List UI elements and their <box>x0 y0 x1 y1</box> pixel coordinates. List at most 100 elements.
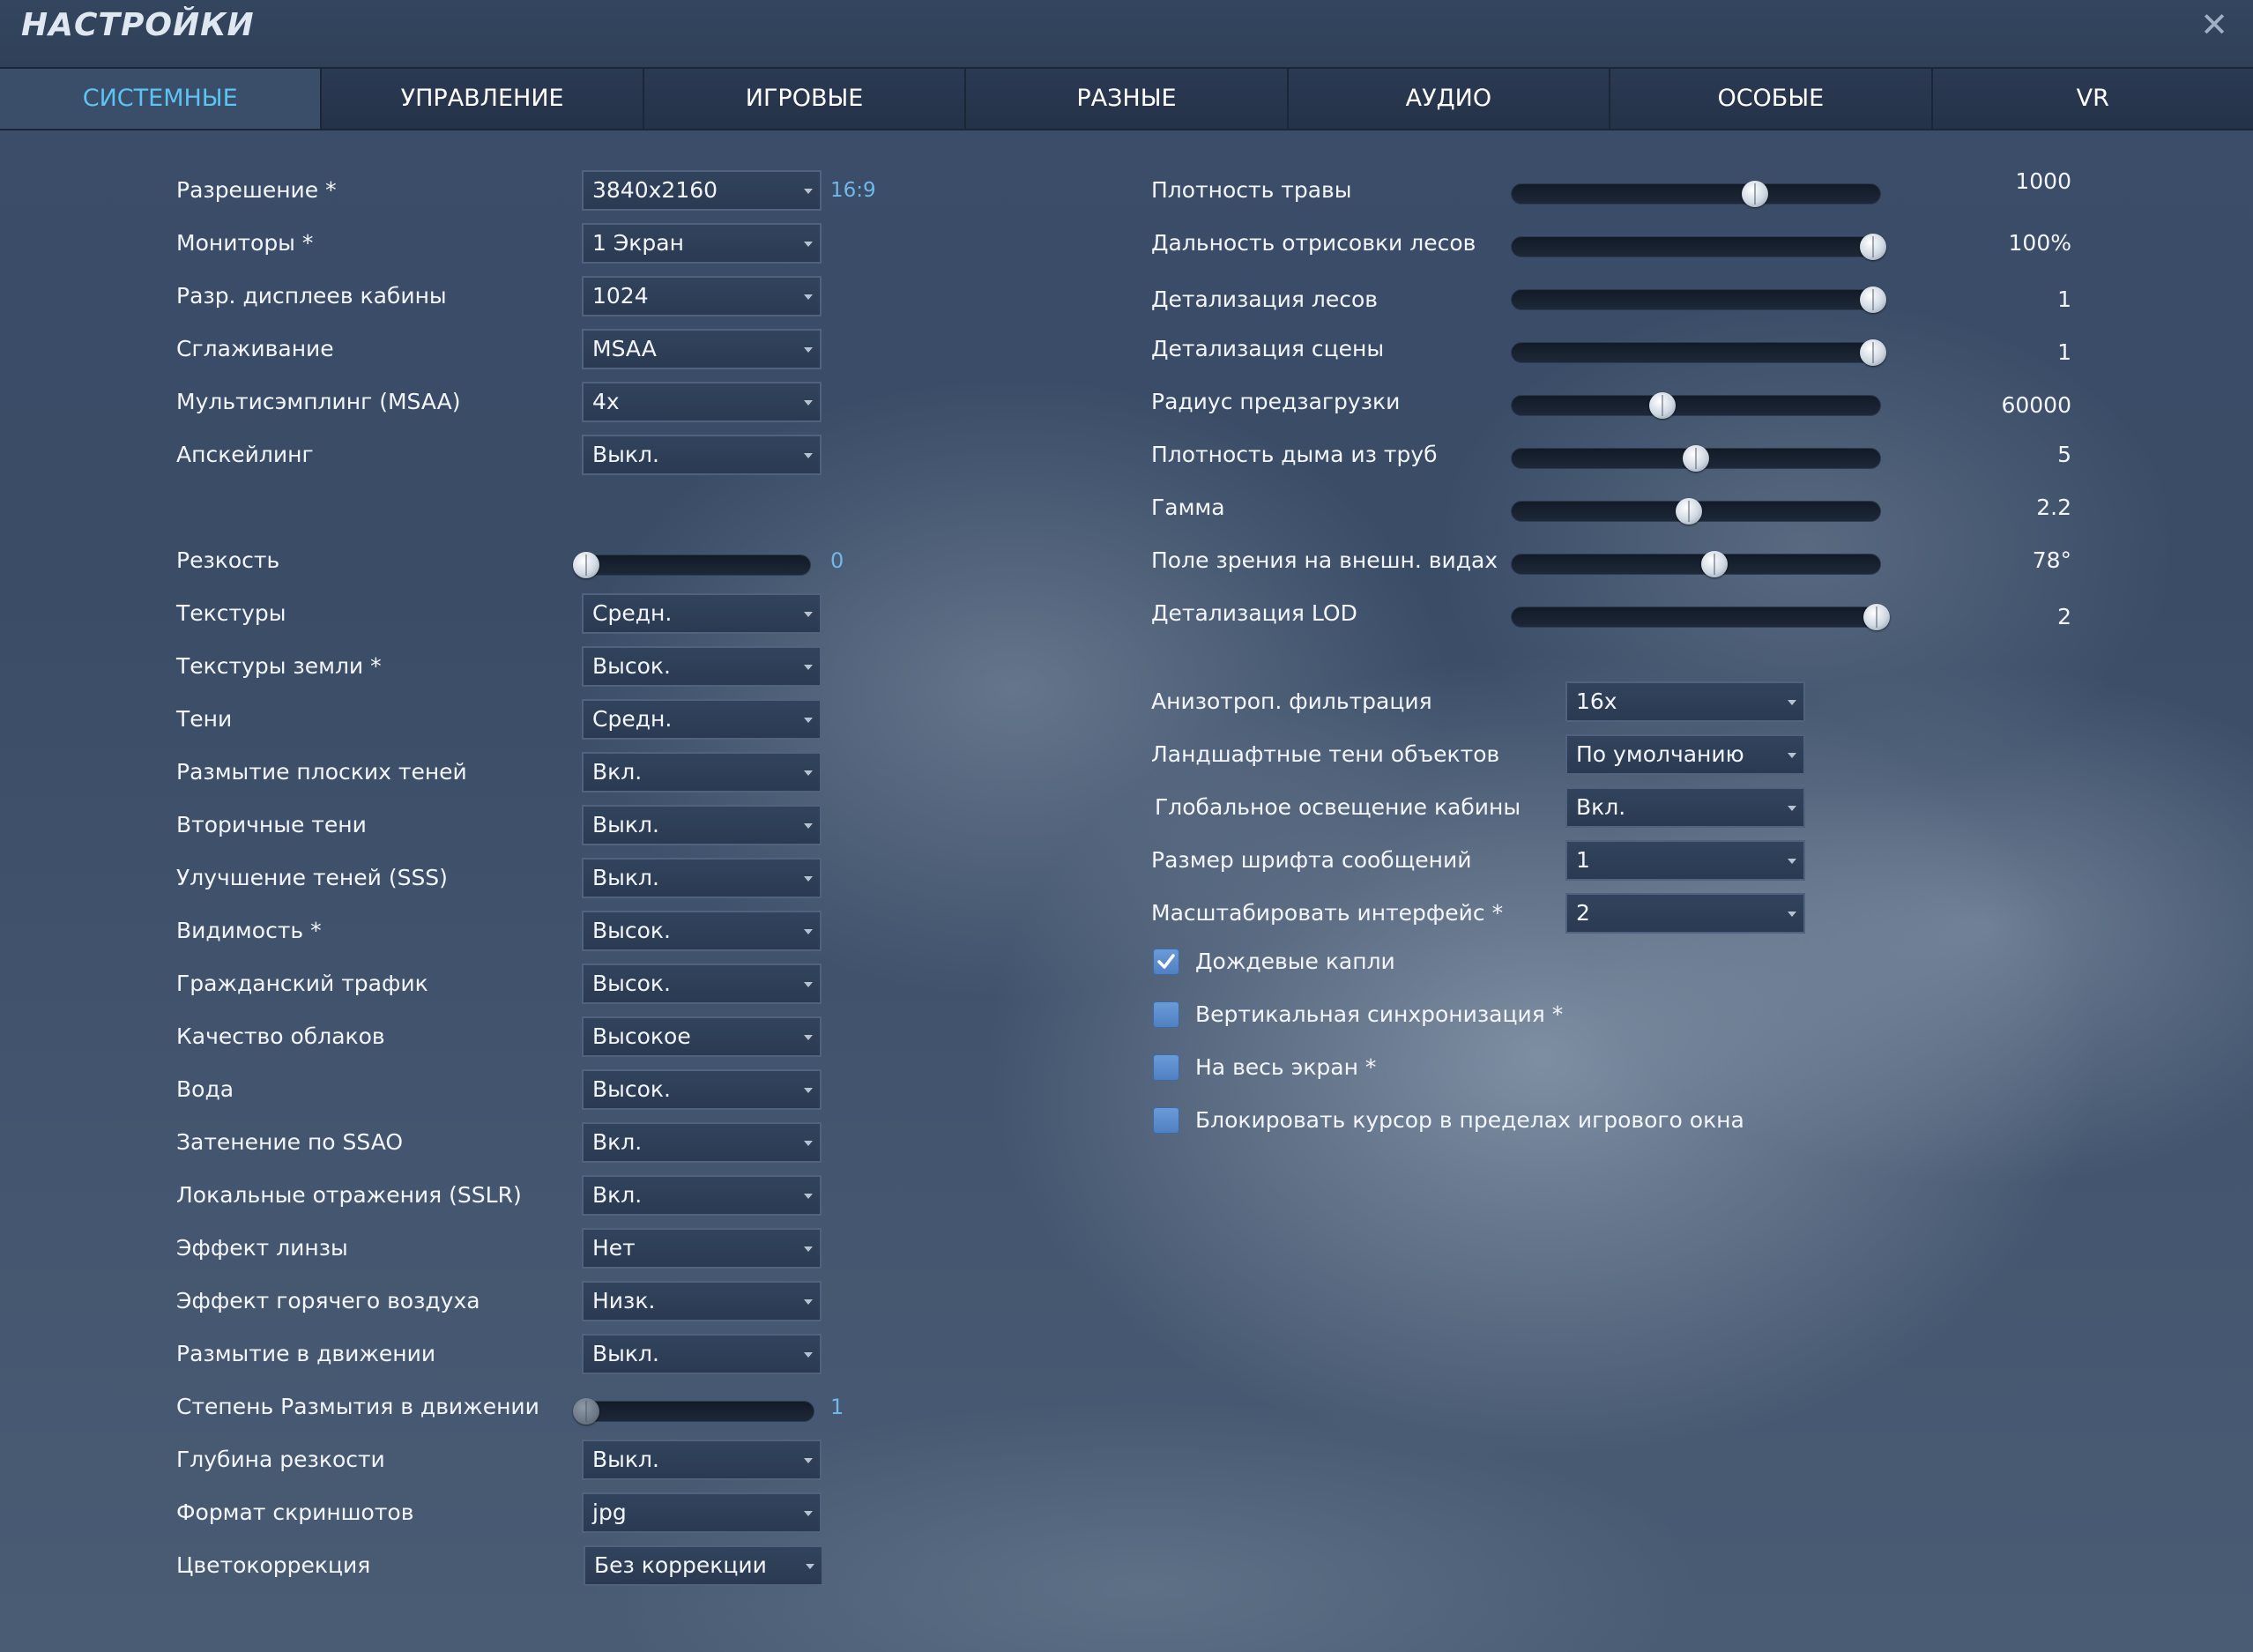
fov-slider[interactable] <box>1511 551 1881 577</box>
shadows-select[interactable]: Средн. <box>582 699 822 740</box>
visibility-value: Высок. <box>592 918 671 943</box>
tab-gameplay[interactable]: ИГРОВЫЕ <box>642 69 965 129</box>
shadows-value: Средн. <box>592 706 673 732</box>
tab-system[interactable]: СИСТЕМНЫЕ <box>0 69 321 129</box>
forest-detail-slider[interactable] <box>1511 286 1886 313</box>
message-font-size-select[interactable]: 1 <box>1565 840 1805 881</box>
ui-scale-value: 2 <box>1576 900 1590 926</box>
slider-knob[interactable] <box>1859 286 1886 313</box>
sss-select[interactable]: Выкл. <box>582 858 822 898</box>
lens-select[interactable]: Нет <box>582 1228 822 1269</box>
anisotropic-select[interactable]: 16x <box>1565 681 1805 722</box>
slider-label: Детализация сцены <box>1151 336 1385 361</box>
civil-traffic-value: Высок. <box>592 971 671 996</box>
terrain-object-shadows-select[interactable]: По умолчанию <box>1565 734 1805 775</box>
message-font-size-value: 1 <box>1576 847 1590 873</box>
tab-controls[interactable]: УПРАВЛЕНИЕ <box>320 69 643 129</box>
resolution-label: Разрешение * <box>176 177 337 203</box>
tab-special[interactable]: ОСОБЫЕ <box>1609 69 1931 129</box>
lod-detail-slider[interactable] <box>1511 604 1890 630</box>
water-select[interactable]: Высок. <box>582 1069 822 1110</box>
monitors-label: Мониторы * <box>176 230 314 256</box>
tab-vr[interactable]: VR <box>1930 69 2253 129</box>
chevron-down-icon <box>804 1141 813 1146</box>
close-icon[interactable]: ✕ <box>2197 7 2232 42</box>
title-bar: НАСТРОЙКИ ✕ <box>0 0 2253 67</box>
slider-knob[interactable] <box>1863 604 1890 630</box>
anisotropic-label: Анизотроп. фильтрация <box>1151 688 1432 714</box>
chevron-down-icon <box>804 929 813 934</box>
clouds-select[interactable]: Высокое <box>582 1016 822 1057</box>
resolution-select[interactable]: 3840x2160 <box>582 170 822 211</box>
scene-detail-slider[interactable] <box>1511 339 1886 366</box>
chevron-down-icon <box>804 718 813 723</box>
terrain-object-shadows-value: По умолчанию <box>1576 741 1744 767</box>
sslr-select[interactable]: Вкл. <box>582 1175 822 1216</box>
monitors-select[interactable]: 1 Экран <box>582 223 822 264</box>
antialiasing-label: Сглаживание <box>176 336 334 361</box>
cockpit-displays-select[interactable]: 1024 <box>582 276 822 316</box>
motion-blur-select[interactable]: Выкл. <box>582 1334 822 1374</box>
sharpness-slider[interactable] <box>573 552 811 578</box>
screenshot-format-label: Формат скриншотов <box>176 1499 414 1525</box>
fullscreen-checkbox[interactable] <box>1153 1054 1179 1081</box>
terrain-textures-select[interactable]: Высок. <box>582 646 822 687</box>
slider-knob[interactable] <box>1859 234 1886 260</box>
ssao-label: Затенение по SSAO <box>176 1129 404 1155</box>
ssao-select[interactable]: Вкл. <box>582 1122 822 1163</box>
msaa-value: 4x <box>592 389 620 414</box>
dof-select[interactable]: Выкл. <box>582 1440 822 1480</box>
preload-radius-slider[interactable] <box>1511 392 1881 419</box>
msaa-select[interactable]: 4x <box>582 382 822 422</box>
checkmark-icon <box>1157 954 1175 969</box>
chevron-down-icon <box>804 982 813 987</box>
textures-select[interactable]: Средн. <box>582 593 822 634</box>
upscaling-select[interactable]: Выкл. <box>582 435 822 475</box>
slider-knob[interactable] <box>573 1398 599 1425</box>
flat-shadow-blur-select[interactable]: Вкл. <box>582 752 822 793</box>
message-font-size-label: Размер шрифта сообщений <box>1151 847 1472 873</box>
chevron-down-icon <box>804 189 813 194</box>
rain-drops-checkbox[interactable] <box>1153 949 1179 975</box>
color-grading-select[interactable]: Без коррекции <box>584 1545 823 1586</box>
lock-cursor-checkbox[interactable] <box>1153 1107 1179 1134</box>
sss-label: Улучшение теней (SSS) <box>176 865 448 890</box>
motion-blur-amount-slider[interactable] <box>573 1398 814 1425</box>
slider-value: 1 <box>2057 286 2071 312</box>
slider-label: Дальность отрисовки лесов <box>1151 230 1476 256</box>
vsync-checkbox[interactable] <box>1153 1001 1179 1028</box>
slider-value: 1 <box>2057 339 2071 365</box>
chevron-down-icon <box>1788 806 1796 811</box>
tab-misc[interactable]: РАЗНЫЕ <box>964 69 1287 129</box>
gamma-slider[interactable] <box>1511 498 1881 525</box>
slider-knob[interactable] <box>1859 339 1886 366</box>
slider-knob[interactable] <box>573 552 599 578</box>
screenshot-format-select[interactable]: jpg <box>582 1492 822 1533</box>
heat-blur-value: Низк. <box>592 1288 656 1313</box>
civil-traffic-label: Гражданский трафик <box>176 971 428 996</box>
heat-blur-select[interactable]: Низк. <box>582 1281 822 1321</box>
forest-distance-slider[interactable] <box>1511 234 1886 260</box>
antialiasing-select[interactable]: MSAA <box>582 329 822 369</box>
civil-traffic-select[interactable]: Высок. <box>582 964 822 1004</box>
slider-value: 1000 <box>2015 168 2071 194</box>
slider-label: Детализация лесов <box>1151 286 1379 312</box>
smoke-density-slider[interactable] <box>1511 445 1881 472</box>
ui-scale-select[interactable]: 2 <box>1565 893 1805 934</box>
secondary-shadows-select[interactable]: Выкл. <box>582 805 822 845</box>
chevron-down-icon <box>804 1458 813 1463</box>
slider-knob[interactable] <box>1675 498 1702 525</box>
visibility-select[interactable]: Высок. <box>582 911 822 951</box>
cockpit-displays-label: Разр. дисплеев кабины <box>176 283 447 309</box>
motion-blur-value: Выкл. <box>592 1341 659 1366</box>
slider-knob[interactable] <box>1741 181 1768 207</box>
slider-knob[interactable] <box>1649 392 1677 419</box>
color-grading-value: Без коррекции <box>594 1552 767 1578</box>
fullscreen-label: На весь экран * <box>1195 1054 1377 1080</box>
chevron-down-icon <box>804 242 813 247</box>
tab-audio[interactable]: АУДИО <box>1286 69 1610 129</box>
slider-knob[interactable] <box>1683 445 1709 472</box>
cockpit-gi-select[interactable]: Вкл. <box>1565 787 1805 828</box>
grass-density-slider[interactable] <box>1511 181 1881 207</box>
slider-knob[interactable] <box>1700 551 1728 577</box>
